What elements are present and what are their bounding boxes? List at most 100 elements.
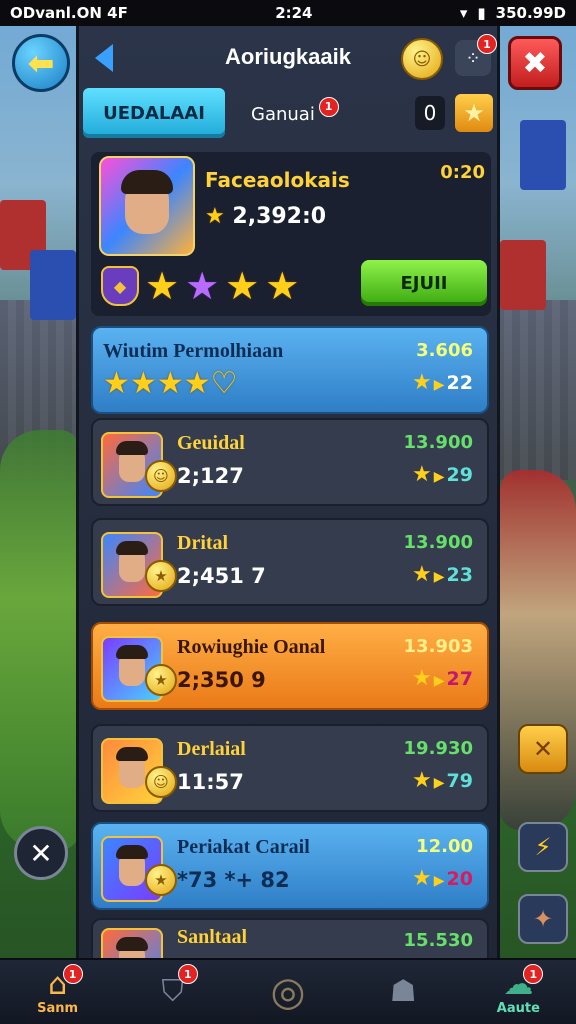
status-time: 2:24: [275, 4, 313, 22]
ring-icon: ◎: [270, 969, 306, 1015]
leaderboard-panel: Aoriugkaaik ☺ ⁘ 1 UEDALAAI Ganuai 1 0 ★ …: [76, 26, 500, 960]
tab-counter: 0: [415, 96, 445, 130]
tab-badge: 1: [318, 96, 339, 117]
dismiss-button[interactable]: ✕: [14, 826, 68, 880]
player-rank-value: 20: [446, 868, 473, 890]
featured-timer: 0:20: [440, 162, 485, 183]
player-score: 11:57: [177, 770, 244, 794]
wifi-icon: ▾: [459, 4, 468, 22]
player-rank: ★ ▶ 20: [412, 866, 473, 891]
player-name: Geuidal: [177, 432, 245, 454]
bolt-icon: ⚡: [534, 833, 552, 861]
player-points: 12.00: [416, 836, 473, 857]
menu-button[interactable]: ⁘ 1: [455, 34, 497, 76]
swords-icon: ✕: [532, 735, 554, 763]
section-rank-value: 22: [446, 372, 473, 394]
featured-badges: ◆ ★ ★ ★ ★: [101, 264, 299, 308]
nav-events[interactable]: ☁ Aaute 1: [483, 962, 553, 1022]
tab-primary[interactable]: UEDALAAI: [83, 88, 225, 138]
dots-icon: ⁘: [465, 47, 481, 69]
close-button[interactable]: ✖: [508, 36, 562, 90]
flag-decoration: [520, 120, 566, 190]
player-rank-value: 79: [446, 770, 473, 792]
nav-events-label: Aaute: [496, 1000, 540, 1016]
back-button[interactable]: ⬅: [12, 34, 70, 92]
status-right-text: 350.99D: [495, 4, 566, 22]
featured-name: Faceaolokais: [205, 168, 350, 192]
tab-secondary-label: Ganuai: [251, 104, 315, 125]
nav-battle[interactable]: ◎: [253, 962, 323, 1022]
section-title: Wiutim Permolhiaan: [103, 340, 284, 362]
map-button[interactable]: ✦: [518, 894, 568, 944]
tab-secondary[interactable]: Ganuai 1: [251, 96, 341, 127]
status-bar: ODvanl.ON 4F 2:24 ▾ ▮ 350.99D: [0, 0, 576, 26]
nav-badge: 1: [177, 964, 198, 984]
player-points: 13.903: [403, 636, 473, 657]
favorite-button[interactable]: ★: [455, 94, 493, 132]
leaderboard-row[interactable]: ★ Periakat Carail *73 *+ 82 12.00 ★ ▶ 20: [91, 822, 489, 910]
player-score: 2;350 9: [177, 668, 266, 692]
featured-player-card[interactable]: Faceaolokais 0:20 ★ 2,392:0 ◆ ★ ★ ★ ★ EJ…: [91, 152, 491, 316]
nav-shop-label: Sanm: [37, 1000, 79, 1016]
star-icon: ★: [183, 366, 211, 401]
nav-badge: 1: [62, 964, 83, 984]
leaderboard-row[interactable]: ☺ Geuidal 2;127 13.900 ★ ▶ 29: [91, 418, 489, 506]
leaderboard-row[interactable]: ★ Drital 2;451 7 13.900 ★ ▶ 23: [91, 518, 489, 606]
player-rank: ★ ▶ 27: [412, 666, 473, 691]
status-left: ODvanl.ON 4F: [10, 4, 128, 22]
notification-badge: 1: [477, 34, 497, 54]
player-rank: ★ ▶ 79: [412, 768, 473, 793]
left-character-art: [0, 430, 80, 850]
boost-button[interactable]: ⚡: [518, 822, 568, 872]
medal-icon: ★: [145, 664, 177, 696]
arrow-left-icon: ⬅: [27, 44, 55, 82]
player-rank-value: 29: [446, 464, 473, 486]
player-name: Drital: [177, 532, 229, 554]
heart-icon: ♡: [210, 366, 238, 401]
section-points: 3.606: [416, 340, 473, 361]
nav-badge: 1: [523, 964, 544, 984]
player-score: *73 *+ 82: [177, 868, 290, 892]
player-avatar: [101, 928, 163, 958]
player-rank-value: 27: [446, 668, 473, 690]
status-right: ▾ ▮ 350.99D: [460, 4, 566, 22]
shield-icon: ◆: [101, 266, 139, 306]
section-stars: ★★★★♡: [103, 366, 238, 401]
nav-shop[interactable]: ⌂ Sanm 1: [23, 962, 93, 1022]
player-rank: ★ ▶ 29: [412, 462, 473, 487]
medal-icon: ☺: [145, 460, 177, 492]
flag-decoration: [500, 240, 546, 310]
star-icon: ★: [156, 366, 184, 401]
coin-icon[interactable]: ☺: [401, 38, 443, 80]
leaderboard-row[interactable]: Sanltaal 15.530: [91, 918, 489, 960]
flag-decoration: [30, 250, 76, 320]
leaderboard-row[interactable]: ☺ Derlaial 11:57 19.930 ★ ▶ 79: [91, 724, 489, 812]
star-icon: ★: [103, 366, 130, 401]
star-icon: ★: [225, 264, 260, 308]
close-icon: ✖: [522, 45, 548, 81]
player-score: 2;451 7: [177, 564, 266, 588]
section-rank: ★ ▶ 22: [412, 370, 473, 395]
featured-avatar: [99, 156, 195, 256]
player-rank: ★ ▶ 23: [412, 562, 473, 587]
section-header-row[interactable]: Wiutim Permolhiaan ★★★★♡ 3.606 ★ ▶ 22: [91, 326, 489, 414]
player-name: Rowiughie Oanal: [177, 636, 326, 658]
player-name: Derlaial: [177, 738, 246, 760]
bottom-navigation: ⌂ Sanm 1 ⛉ 1 ◎ ☗ ☁ Aaute 1: [0, 958, 576, 1024]
player-points: 15.530: [403, 930, 473, 951]
purple-star-icon: ★: [185, 264, 220, 308]
leaderboard-row-highlighted[interactable]: ★ Rowiughie Oanal 2;350 9 13.903 ★ ▶ 27: [91, 622, 489, 710]
nav-profile[interactable]: ☗: [368, 962, 438, 1022]
star-icon: ★: [129, 366, 157, 401]
player-points: 13.900: [403, 532, 473, 553]
featured-score-value: 2,392:0: [232, 204, 327, 229]
medal-icon: ★: [145, 864, 177, 896]
player-name: Periakat Carail: [177, 836, 310, 858]
panel-header: Aoriugkaaik ☺ ⁘ 1: [79, 26, 497, 92]
map-icon: ✦: [532, 905, 554, 933]
medal-icon: ☺: [145, 766, 177, 798]
nav-clan[interactable]: ⛉ 1: [138, 962, 208, 1022]
crossed-swords-button[interactable]: ✕: [518, 724, 568, 774]
join-button[interactable]: EJUII: [361, 260, 487, 306]
star-icon: ★: [463, 99, 485, 127]
